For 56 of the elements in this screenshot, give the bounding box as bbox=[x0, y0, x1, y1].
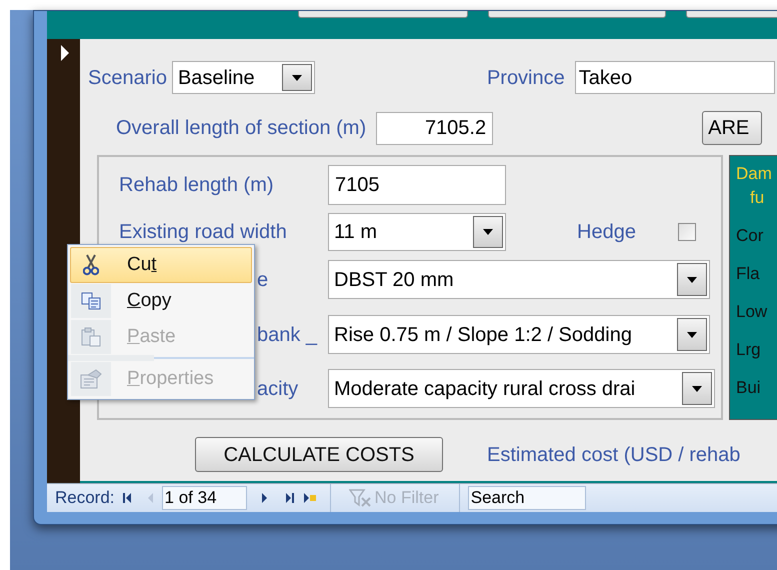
combo-box[interactable]: Moderate capacity rural cross drai bbox=[328, 369, 715, 408]
tab-button[interactable] bbox=[298, 11, 468, 18]
overall-length-field[interactable]: 7105.2 bbox=[376, 112, 494, 144]
dropdown-button[interactable] bbox=[473, 216, 503, 248]
dropdown-button[interactable] bbox=[677, 318, 707, 351]
dropdown-arrow-icon bbox=[483, 229, 493, 235]
scenario-label: Scenario bbox=[88, 66, 167, 90]
estimated-cost-label: Estimated cost (USD / rehab bbox=[487, 442, 740, 468]
last-record-icon[interactable] bbox=[286, 493, 294, 503]
menu-item[interactable]: Cut bbox=[70, 247, 252, 283]
combo-box[interactable]: DBST 20 mm bbox=[328, 260, 710, 299]
combo-box[interactable]: Baseline bbox=[172, 61, 315, 94]
panel-label: Cor bbox=[736, 225, 764, 247]
panel-label: Lrg bbox=[736, 339, 762, 361]
panel-heading: Dam bbox=[736, 163, 773, 185]
dropdown-button[interactable] bbox=[282, 64, 312, 91]
panel-heading: fu bbox=[749, 187, 766, 209]
combo-box[interactable]: 11 m bbox=[328, 213, 506, 251]
copy-icon bbox=[81, 292, 101, 310]
record-label: Record: bbox=[55, 487, 115, 510]
province-field[interactable]: Takeo bbox=[574, 61, 775, 94]
dropdown-arrow-icon bbox=[687, 332, 697, 338]
field-label: Existing road width bbox=[119, 221, 287, 243]
panel-label: Fla bbox=[736, 263, 761, 285]
field-label: Rehab length (m) bbox=[119, 174, 274, 196]
dropdown-arrow-icon bbox=[687, 276, 697, 282]
tab-button[interactable] bbox=[488, 11, 666, 18]
overall-length-label: Overall length of section (m) bbox=[116, 116, 366, 141]
province-label: Province bbox=[486, 66, 565, 90]
menu-item[interactable]: Copy bbox=[70, 283, 252, 319]
scissors-icon bbox=[83, 254, 99, 276]
next-record-icon[interactable] bbox=[262, 493, 267, 503]
dropdown-arrow-icon bbox=[692, 386, 702, 392]
search-field[interactable]: Search bbox=[468, 486, 586, 510]
current-record-icon bbox=[61, 45, 69, 61]
new-record-icon[interactable] bbox=[304, 493, 316, 503]
first-record-icon[interactable] bbox=[122, 493, 131, 503]
dropdown-arrow-icon bbox=[292, 74, 302, 80]
hedge-label: Hedge bbox=[577, 220, 636, 245]
text-field[interactable]: 7105 bbox=[328, 165, 506, 205]
tab-button[interactable] bbox=[686, 11, 777, 18]
panel-label: Low bbox=[736, 301, 768, 323]
hedge-checkbox[interactable] bbox=[678, 223, 696, 241]
calculate-costs-button[interactable]: CALCULATE COSTS bbox=[195, 437, 443, 472]
field-label: bank _ bbox=[257, 324, 318, 346]
filter-icon bbox=[348, 489, 371, 507]
field-label: acity bbox=[257, 378, 298, 400]
combo-box[interactable]: Rise 0.75 m / Slope 1:2 / Sodding bbox=[328, 315, 710, 354]
record-position-field[interactable]: 1 of 34 bbox=[162, 486, 247, 510]
dropdown-button[interactable] bbox=[682, 372, 712, 405]
dropdown-button[interactable] bbox=[677, 263, 707, 296]
clipboard-icon bbox=[81, 327, 101, 347]
properties-icon bbox=[80, 369, 102, 389]
area-button[interactable]: ARE bbox=[702, 111, 762, 145]
field-label: e bbox=[257, 268, 268, 290]
panel-label: Bui bbox=[736, 377, 762, 399]
